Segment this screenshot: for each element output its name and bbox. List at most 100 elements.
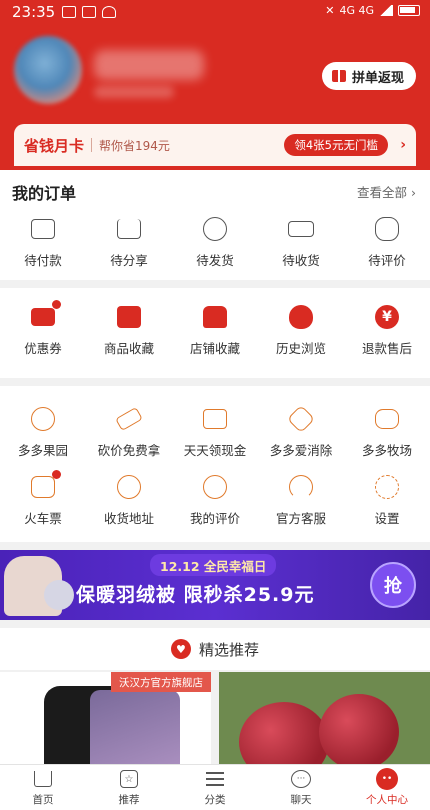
gear-icon	[375, 475, 399, 499]
cash-icon	[203, 409, 227, 429]
tools-row-2: 火车票 收货地址 我的评价 官方客服 设置	[0, 470, 430, 527]
banner-product-image	[44, 580, 74, 610]
network-label: 4G 4G	[339, 4, 374, 17]
tab-profile[interactable]: •• 个人中心	[344, 765, 430, 810]
view-all-orders-link[interactable]: 查看全部 ›	[357, 182, 416, 201]
battery-icon	[398, 5, 420, 16]
order-item-label: 待发货	[196, 253, 234, 268]
notification-dot	[52, 300, 61, 309]
train-tickets-item[interactable]: 火车票	[0, 470, 86, 527]
notification-icon	[62, 6, 76, 18]
order-pending-share[interactable]: 待分享	[86, 216, 172, 269]
daily-cash-item[interactable]: 天天领现金	[172, 406, 258, 459]
status-right: ✕ 4G 4G	[325, 4, 420, 17]
orders-section: 我的订单 查看全部 › 待付款 待分享 待发货 待收货 待评价	[0, 170, 430, 280]
comment-icon	[203, 475, 227, 499]
tab-label: 个人中心	[366, 794, 408, 806]
clock-icon	[203, 217, 227, 241]
profile-header: 23:35 ✕ 4G 4G 拼单返现 省钱月卡 帮你省194元 领4张5元无门槛…	[0, 0, 430, 170]
tool-label: 我的评价	[189, 511, 240, 526]
customer-service-item[interactable]: 官方客服	[258, 474, 344, 527]
tool-label: 收货地址	[103, 511, 154, 526]
gift-icon	[331, 70, 346, 82]
tab-label: 分类	[204, 794, 226, 806]
tab-category[interactable]: 分类	[172, 765, 258, 810]
promo-banner[interactable]: 12.12 全民幸福日 保暖羽绒被 限秒杀25.9元 抢	[0, 550, 430, 620]
divider	[91, 138, 93, 152]
share-icon	[117, 219, 141, 239]
service-label: 优惠券	[24, 341, 62, 356]
tab-label: 首页	[32, 794, 54, 806]
order-pending-review[interactable]: 待评价	[344, 216, 430, 269]
wifi-icon	[102, 6, 116, 18]
status-time: 23:35	[12, 3, 56, 21]
location-icon	[117, 475, 141, 499]
settings-item[interactable]: 设置	[344, 474, 430, 527]
product-image-apple	[319, 694, 399, 764]
order-pending-payment[interactable]: 待付款	[0, 216, 86, 269]
orders-title: 我的订单	[12, 184, 77, 203]
train-icon	[31, 476, 55, 498]
user-info-blurred	[94, 86, 174, 98]
shipping-address-item[interactable]: 收货地址	[86, 474, 172, 527]
tool-label: 天天领现金	[183, 443, 247, 458]
wallet-icon	[31, 219, 55, 239]
order-pending-receipt[interactable]: 待收货	[258, 216, 344, 269]
group-cashback-button[interactable]: 拼单返现	[321, 62, 416, 90]
savings-card-banner[interactable]: 省钱月卡 帮你省194元 领4张5元无门槛 ›	[14, 124, 416, 166]
product-image-apple	[239, 702, 329, 764]
match-game-item[interactable]: 多多爱消除	[258, 404, 344, 459]
axe-icon	[115, 406, 143, 432]
tree-icon	[31, 407, 55, 431]
banner-headline: 保暖羽绒被 限秒杀25.9元	[76, 584, 315, 606]
avatar[interactable]	[14, 36, 82, 104]
savings-card-title: 省钱月卡	[24, 136, 85, 155]
service-label: 历史浏览	[275, 341, 326, 356]
service-label: 店铺收藏	[189, 341, 240, 356]
recommend-title: 精选推荐	[198, 640, 259, 659]
profile-icon: ••	[376, 768, 398, 790]
tab-recommend[interactable]: ☆ 推荐	[86, 765, 172, 810]
tools-row-1: 多多果园 砍价免费拿 天天领现金 多多爱消除 多多牧场	[0, 404, 430, 459]
tool-label: 多多牧场	[361, 443, 412, 458]
tool-label: 多多果园	[17, 443, 68, 458]
tab-label: 推荐	[118, 794, 140, 806]
refund-aftersale-item[interactable]: ¥ 退款售后	[344, 304, 430, 357]
product-card[interactable]	[219, 672, 430, 764]
recommend-icon: ☆	[120, 770, 138, 788]
orchard-item[interactable]: 多多果园	[0, 406, 86, 459]
grab-button[interactable]: 抢	[370, 562, 416, 608]
tab-home[interactable]: 首页	[0, 765, 86, 810]
footprint-icon	[289, 305, 313, 329]
claim-coupons-button[interactable]: 领4张5元无门槛	[284, 134, 388, 156]
refund-icon: ¥	[375, 305, 399, 329]
product-favorites-item[interactable]: 商品收藏	[86, 304, 172, 357]
status-bar: 23:35 ✕ 4G 4G	[0, 0, 430, 26]
banner-event-label: 12.12 全民幸福日	[150, 554, 277, 576]
coupon-icon	[31, 308, 55, 326]
review-icon	[375, 217, 399, 241]
recommend-header: ♥ 精选推荐	[0, 628, 430, 670]
store-favorites-item[interactable]: 店铺收藏	[172, 304, 258, 357]
store-icon	[203, 306, 227, 328]
service-label: 退款售后	[361, 341, 412, 356]
order-item-label: 待评价	[368, 253, 406, 268]
my-reviews-item[interactable]: 我的评价	[172, 474, 258, 527]
savings-card-subtitle: 帮你省194元	[99, 138, 170, 153]
order-pending-shipment[interactable]: 待发货	[172, 216, 258, 269]
tab-chat[interactable]: ··· 聊天	[258, 765, 344, 810]
coupons-item[interactable]: 优惠券	[0, 300, 86, 357]
heart-icon: ♥	[170, 639, 191, 659]
product-image-phone-screen	[90, 690, 180, 764]
order-item-label: 待收货	[282, 253, 320, 268]
chevron-right-icon[interactable]: ›	[400, 137, 406, 153]
star-icon	[286, 404, 316, 434]
browsing-history-item[interactable]: 历史浏览	[258, 304, 344, 357]
product-card[interactable]: 沃汉方官方旗舰店	[0, 672, 211, 764]
category-icon	[206, 772, 224, 786]
tool-label: 火车票	[24, 511, 62, 526]
bargain-item[interactable]: 砍价免费拿	[86, 406, 172, 459]
ranch-item[interactable]: 多多牧场	[344, 406, 430, 459]
service-label: 商品收藏	[103, 341, 154, 356]
tool-label: 砍价免费拿	[97, 443, 161, 458]
